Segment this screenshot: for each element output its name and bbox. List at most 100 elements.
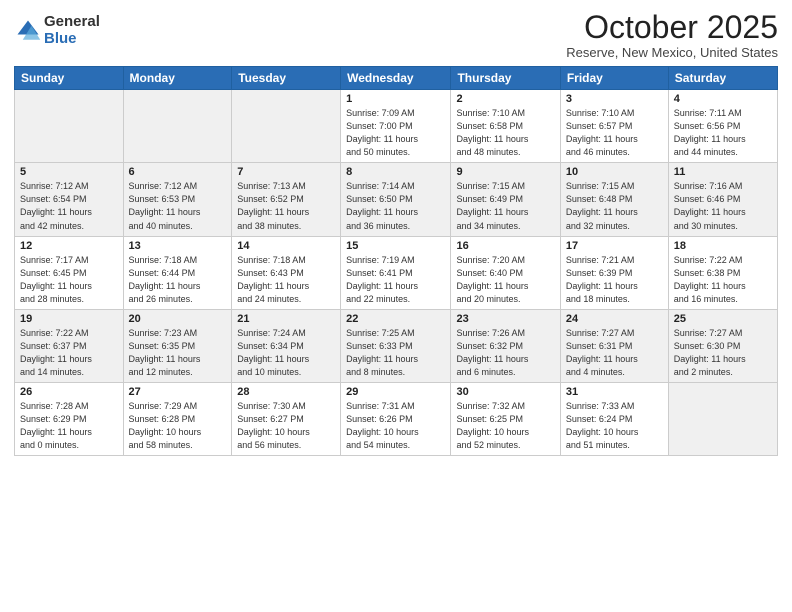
day-number: 16 xyxy=(456,240,554,252)
table-row: 2Sunrise: 7:10 AM Sunset: 6:58 PM Daylig… xyxy=(451,90,560,163)
header: General Blue October 2025 Reserve, New M… xyxy=(14,10,778,60)
day-number: 6 xyxy=(129,166,227,178)
day-number: 19 xyxy=(20,313,118,325)
table-row xyxy=(123,90,232,163)
calendar-week-row: 5 Sunrise: 7:12 AM Sunset: 6:54 PM Daylig… xyxy=(15,163,778,236)
day-number: 25 xyxy=(674,313,772,325)
day-info: Sunrise: 7:14 AM Sunset: 6:50 PM Dayligh… xyxy=(346,180,445,232)
day-number: 24 xyxy=(566,313,663,325)
day-info: Sunrise: 7:13 AM Sunset: 6:52 PM Dayligh… xyxy=(237,180,335,232)
day-number: 3 xyxy=(566,93,663,105)
table-row: 31 Sunrise: 7:33 AM Sunset: 6:24 PM Dayli… xyxy=(560,382,668,455)
logo-general-text: General xyxy=(44,14,100,31)
title-block: October 2025 Reserve, New Mexico, United… xyxy=(566,10,778,60)
calendar-week-row: 19 Sunrise: 7:22 AM Sunset: 6:37 PM Dayli… xyxy=(15,309,778,382)
day-number: 4 xyxy=(674,93,772,105)
header-monday: Monday xyxy=(123,67,232,90)
day-number: 9 xyxy=(456,166,554,178)
day-number: 5 xyxy=(20,166,118,178)
header-sunday: Sunday xyxy=(15,67,124,90)
day-number: 22 xyxy=(346,313,445,325)
table-row: 23 Sunrise: 7:26 AM Sunset: 6:32 PM Dayli… xyxy=(451,309,560,382)
day-info: Sunrise: 7:30 AM Sunset: 6:27 PM Dayligh… xyxy=(237,400,335,452)
day-number: 13 xyxy=(129,240,227,252)
day-info: Sunrise: 7:18 AM Sunset: 6:44 PM Dayligh… xyxy=(129,254,227,306)
table-row: 28Sunrise: 7:30 AM Sunset: 6:27 PM Dayli… xyxy=(232,382,341,455)
calendar-week-row: 1Sunrise: 7:09 AM Sunset: 7:00 PM Daylig… xyxy=(15,90,778,163)
day-info: Sunrise: 7:12 AM Sunset: 6:54 PM Dayligh… xyxy=(20,180,118,232)
day-info: Sunrise: 7:15 AM Sunset: 6:49 PM Dayligh… xyxy=(456,180,554,232)
header-saturday: Saturday xyxy=(668,67,777,90)
table-row xyxy=(232,90,341,163)
table-row: 22 Sunrise: 7:25 AM Sunset: 6:33 PM Dayli… xyxy=(341,309,451,382)
day-info: Sunrise: 7:28 AM Sunset: 6:29 PM Dayligh… xyxy=(20,400,118,452)
calendar-header-row: Sunday Monday Tuesday Wednesday Thursday… xyxy=(15,67,778,90)
day-number: 26 xyxy=(20,386,118,398)
table-row: 27 Sunrise: 7:29 AM Sunset: 6:28 PM Dayli… xyxy=(123,382,232,455)
day-info: Sunrise: 7:31 AM Sunset: 6:26 PM Dayligh… xyxy=(346,400,445,452)
day-number: 31 xyxy=(566,386,663,398)
table-row: 14 Sunrise: 7:18 AM Sunset: 6:43 PM Dayli… xyxy=(232,236,341,309)
table-row: 1Sunrise: 7:09 AM Sunset: 7:00 PM Daylig… xyxy=(341,90,451,163)
day-number: 27 xyxy=(129,386,227,398)
table-row: 8Sunrise: 7:14 AM Sunset: 6:50 PM Daylig… xyxy=(341,163,451,236)
calendar-table: Sunday Monday Tuesday Wednesday Thursday… xyxy=(14,66,778,456)
day-number: 29 xyxy=(346,386,445,398)
day-number: 30 xyxy=(456,386,554,398)
day-number: 20 xyxy=(129,313,227,325)
day-info: Sunrise: 7:21 AM Sunset: 6:39 PM Dayligh… xyxy=(566,254,663,306)
day-number: 11 xyxy=(674,166,772,178)
day-info: Sunrise: 7:24 AM Sunset: 6:34 PM Dayligh… xyxy=(237,327,335,379)
day-info: Sunrise: 7:10 AM Sunset: 6:58 PM Dayligh… xyxy=(456,107,554,159)
logo-icon xyxy=(14,17,42,45)
table-row: 18 Sunrise: 7:22 AM Sunset: 6:38 PM Dayli… xyxy=(668,236,777,309)
day-info: Sunrise: 7:22 AM Sunset: 6:37 PM Dayligh… xyxy=(20,327,118,379)
table-row: 9 Sunrise: 7:15 AM Sunset: 6:49 PM Daylig… xyxy=(451,163,560,236)
table-row: 10Sunrise: 7:15 AM Sunset: 6:48 PM Dayli… xyxy=(560,163,668,236)
calendar-week-row: 26 Sunrise: 7:28 AM Sunset: 6:29 PM Dayli… xyxy=(15,382,778,455)
table-row: 7 Sunrise: 7:13 AM Sunset: 6:52 PM Daylig… xyxy=(232,163,341,236)
day-number: 15 xyxy=(346,240,445,252)
table-row: 5 Sunrise: 7:12 AM Sunset: 6:54 PM Daylig… xyxy=(15,163,124,236)
logo-text: General Blue xyxy=(44,14,100,47)
day-number: 7 xyxy=(237,166,335,178)
table-row: 16Sunrise: 7:20 AM Sunset: 6:40 PM Dayli… xyxy=(451,236,560,309)
table-row: 29 Sunrise: 7:31 AM Sunset: 6:26 PM Dayli… xyxy=(341,382,451,455)
table-row: 3Sunrise: 7:10 AM Sunset: 6:57 PM Daylig… xyxy=(560,90,668,163)
header-tuesday: Tuesday xyxy=(232,67,341,90)
table-row: 13 Sunrise: 7:18 AM Sunset: 6:44 PM Dayli… xyxy=(123,236,232,309)
day-number: 21 xyxy=(237,313,335,325)
day-info: Sunrise: 7:22 AM Sunset: 6:38 PM Dayligh… xyxy=(674,254,772,306)
day-info: Sunrise: 7:29 AM Sunset: 6:28 PM Dayligh… xyxy=(129,400,227,452)
day-info: Sunrise: 7:12 AM Sunset: 6:53 PM Dayligh… xyxy=(129,180,227,232)
day-number: 12 xyxy=(20,240,118,252)
day-info: Sunrise: 7:26 AM Sunset: 6:32 PM Dayligh… xyxy=(456,327,554,379)
logo: General Blue xyxy=(14,14,100,47)
day-info: Sunrise: 7:25 AM Sunset: 6:33 PM Dayligh… xyxy=(346,327,445,379)
day-info: Sunrise: 7:18 AM Sunset: 6:43 PM Dayligh… xyxy=(237,254,335,306)
table-row: 21 Sunrise: 7:24 AM Sunset: 6:34 PM Dayli… xyxy=(232,309,341,382)
day-info: Sunrise: 7:15 AM Sunset: 6:48 PM Dayligh… xyxy=(566,180,663,232)
calendar-week-row: 12 Sunrise: 7:17 AM Sunset: 6:45 PM Dayli… xyxy=(15,236,778,309)
day-info: Sunrise: 7:11 AM Sunset: 6:56 PM Dayligh… xyxy=(674,107,772,159)
day-info: Sunrise: 7:32 AM Sunset: 6:25 PM Dayligh… xyxy=(456,400,554,452)
table-row: 26 Sunrise: 7:28 AM Sunset: 6:29 PM Dayli… xyxy=(15,382,124,455)
day-number: 23 xyxy=(456,313,554,325)
table-row: 4 Sunrise: 7:11 AM Sunset: 6:56 PM Daylig… xyxy=(668,90,777,163)
day-number: 14 xyxy=(237,240,335,252)
table-row xyxy=(15,90,124,163)
table-row xyxy=(668,382,777,455)
day-info: Sunrise: 7:27 AM Sunset: 6:31 PM Dayligh… xyxy=(566,327,663,379)
table-row: 6 Sunrise: 7:12 AM Sunset: 6:53 PM Daylig… xyxy=(123,163,232,236)
table-row: 11 Sunrise: 7:16 AM Sunset: 6:46 PM Dayli… xyxy=(668,163,777,236)
table-row: 25Sunrise: 7:27 AM Sunset: 6:30 PM Dayli… xyxy=(668,309,777,382)
day-info: Sunrise: 7:16 AM Sunset: 6:46 PM Dayligh… xyxy=(674,180,772,232)
day-number: 18 xyxy=(674,240,772,252)
location: Reserve, New Mexico, United States xyxy=(566,45,778,60)
logo-blue-text: Blue xyxy=(44,31,100,48)
day-info: Sunrise: 7:17 AM Sunset: 6:45 PM Dayligh… xyxy=(20,254,118,306)
table-row: 19 Sunrise: 7:22 AM Sunset: 6:37 PM Dayli… xyxy=(15,309,124,382)
day-info: Sunrise: 7:33 AM Sunset: 6:24 PM Dayligh… xyxy=(566,400,663,452)
table-row: 30 Sunrise: 7:32 AM Sunset: 6:25 PM Dayli… xyxy=(451,382,560,455)
header-friday: Friday xyxy=(560,67,668,90)
